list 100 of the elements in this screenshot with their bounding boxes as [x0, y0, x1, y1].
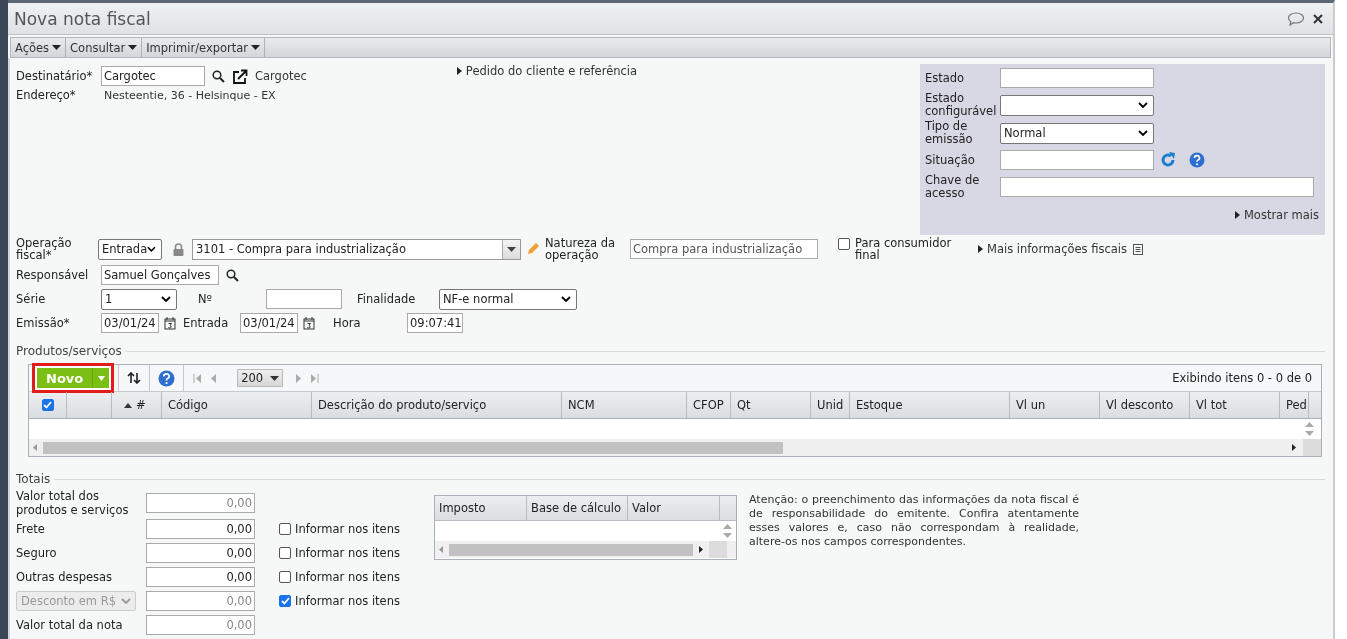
time-field[interactable]: 09:07:41: [407, 313, 463, 333]
amount-field[interactable]: 0,00: [146, 519, 255, 539]
close-icon[interactable]: [1313, 13, 1323, 24]
column-header[interactable]: Pedi: [1280, 392, 1309, 418]
triangle-icon: [1234, 211, 1240, 219]
recipient-field[interactable]: Cargotec: [101, 66, 205, 86]
amount-field[interactable]: 0,00: [146, 615, 255, 635]
checkbox[interactable]: [279, 571, 291, 583]
checkbox[interactable]: [279, 523, 291, 535]
date-field[interactable]: 03/01/24: [240, 313, 298, 333]
sort-icon[interactable]: [124, 402, 132, 408]
address-text: Nesteentie, 36 - Helsinque - EX: [104, 88, 276, 102]
help-icon[interactable]: [1189, 152, 1205, 168]
checkbox[interactable]: [279, 547, 291, 559]
column-header[interactable]: Estoque: [850, 392, 1010, 418]
date-field[interactable]: 03/01/24: [101, 313, 159, 333]
field-label: Tipo de emissão: [925, 120, 974, 146]
field-label: Operação fiscal*: [16, 237, 73, 261]
column-header[interactable]: Valor: [628, 496, 720, 520]
column-header[interactable]: CFOP: [687, 392, 731, 418]
scroll-left-icon[interactable]: [33, 444, 37, 451]
refresh-icon[interactable]: [1159, 151, 1177, 169]
menu-item[interactable]: Ações: [11, 38, 67, 57]
caret-icon: [128, 45, 138, 50]
search-icon[interactable]: [226, 268, 239, 282]
page-size-dropdown[interactable]: 200: [237, 369, 284, 387]
column-header[interactable]: Unid: [811, 392, 850, 418]
amount-field[interactable]: 0,00: [146, 591, 255, 611]
scrollbar-thumb[interactable]: [449, 543, 693, 556]
show-more-link[interactable]: Mostrar mais: [1234, 208, 1319, 222]
field-label: Série: [16, 292, 47, 306]
fiscal-info-link[interactable]: Mais informações fiscais: [978, 242, 1128, 256]
column-header[interactable]: Descrição do produto/serviço: [312, 392, 562, 418]
checkbox-label: Para consumidor final: [855, 237, 953, 261]
column-header[interactable]: Imposto: [435, 496, 527, 520]
dropdown[interactable]: Normal: [1000, 122, 1154, 144]
menu-item[interactable]: Imprimir/exportar: [142, 38, 266, 57]
number-field[interactable]: [266, 289, 342, 309]
column-header[interactable]: Qt: [731, 392, 811, 418]
field-label: Entrada: [183, 316, 230, 330]
text-field[interactable]: [1000, 177, 1314, 197]
field-label: Emissão*: [16, 316, 71, 330]
text-field[interactable]: [1000, 150, 1154, 170]
external-link-icon[interactable]: [232, 68, 248, 84]
field-label: Situação: [925, 153, 976, 167]
caret-icon: [507, 246, 516, 252]
column-header[interactable]: Vl tot: [1190, 392, 1280, 418]
menu-item[interactable]: Consultar: [66, 38, 143, 57]
amount-field[interactable]: 0,00: [146, 493, 255, 513]
scroll-right-icon[interactable]: [699, 546, 703, 553]
order-link[interactable]: Pedido do cliente e referência: [456, 64, 638, 78]
field-label: Nº: [198, 292, 214, 306]
text-field[interactable]: [1000, 68, 1154, 88]
field-label: Hora: [333, 316, 362, 330]
item-count: Exibindo itens 0 - 0 de 0: [1172, 371, 1313, 385]
column-header[interactable]: Vl un: [1010, 392, 1100, 418]
chat-icon[interactable]: [1287, 11, 1305, 26]
field-label: Chave de acesso: [925, 174, 981, 200]
series-dropdown[interactable]: 1: [101, 288, 177, 310]
help-icon[interactable]: [158, 369, 176, 387]
cfop-combobox[interactable]: 3101 - Compra para industrialização: [192, 238, 521, 260]
recipient-link[interactable]: Cargotec: [255, 69, 307, 83]
field-label: Destinatário*: [16, 69, 94, 83]
dropdown[interactable]: [1000, 94, 1154, 116]
checkbox[interactable]: [838, 238, 850, 250]
field-label: Valor total dos produtos e serviços: [16, 489, 130, 517]
nature-field[interactable]: Compra para industrialização: [630, 239, 818, 259]
chevron-icon: [121, 598, 131, 604]
caret-icon: [52, 45, 62, 50]
checkbox[interactable]: [41, 399, 54, 411]
operation-type-dropdown[interactable]: Entrada: [98, 238, 162, 260]
amount-field[interactable]: 0,00: [146, 567, 255, 587]
checkbox-label: Informar nos itens: [295, 546, 400, 560]
swap-icon[interactable]: [127, 372, 142, 384]
caret-icon: [270, 375, 280, 381]
amount-field[interactable]: 0,00: [146, 543, 255, 563]
calendar-icon[interactable]: [164, 316, 176, 330]
column-header[interactable]: NCM: [562, 392, 687, 418]
field-label: Outras despesas: [16, 570, 114, 584]
chevron-icon: [161, 296, 171, 302]
column-header[interactable]: #: [136, 398, 146, 412]
field-label: Estado: [925, 71, 966, 85]
scrollbar-thumb[interactable]: [43, 441, 783, 454]
scroll-arrows-icon[interactable]: [723, 524, 732, 538]
document-icon[interactable]: [1133, 243, 1144, 255]
column-header[interactable]: Vl desconto: [1100, 392, 1190, 418]
chevron-icon: [147, 246, 156, 252]
checkbox[interactable]: [279, 595, 291, 607]
search-icon[interactable]: [212, 69, 225, 83]
scroll-right-icon[interactable]: [1292, 444, 1296, 451]
calendar-icon[interactable]: [303, 316, 315, 330]
checkbox-label: Informar nos itens: [295, 594, 400, 608]
scroll-left-icon[interactable]: [439, 546, 443, 553]
column-header[interactable]: Base de cálculo: [527, 496, 628, 520]
responsible-field[interactable]: Samuel Gonçalves: [101, 265, 219, 285]
field-label: Valor total da nota: [16, 618, 124, 632]
column-header[interactable]: Código: [162, 392, 312, 418]
purpose-dropdown[interactable]: NF-e normal: [439, 288, 577, 310]
field-label: Estado configurável: [925, 92, 998, 118]
scroll-arrows-icon[interactable]: [1305, 422, 1314, 436]
